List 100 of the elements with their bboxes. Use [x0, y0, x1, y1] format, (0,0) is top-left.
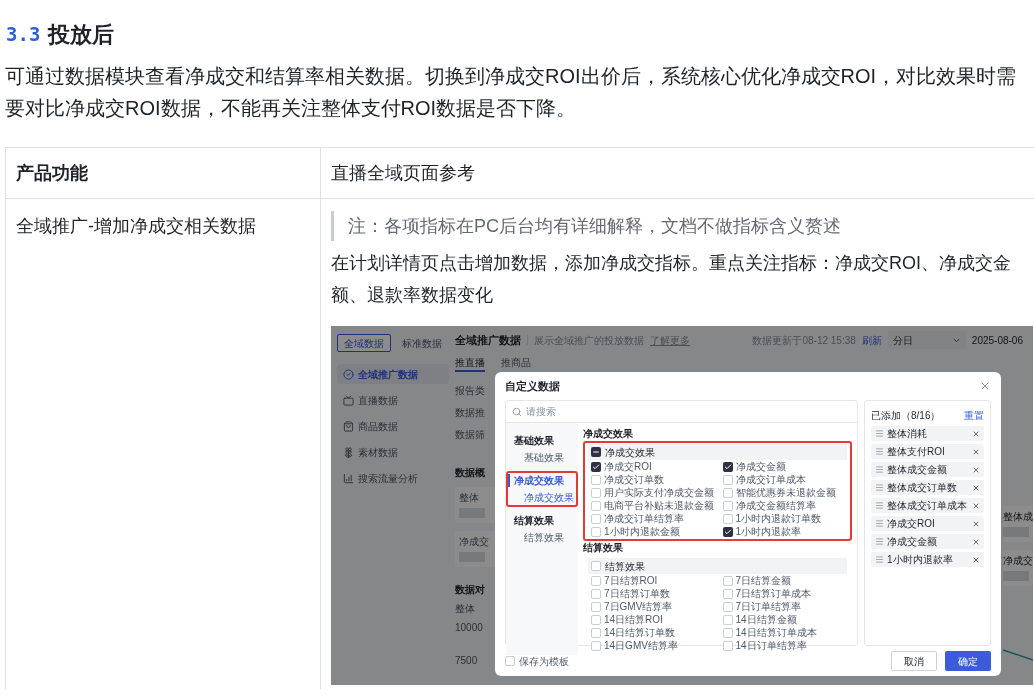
- checkbox[interactable]: [591, 513, 601, 524]
- checkbox[interactable]: [505, 656, 515, 666]
- checkbox[interactable]: [591, 588, 601, 599]
- tab[interactable]: 推直播: [455, 354, 485, 372]
- checkbox[interactable]: [722, 487, 733, 498]
- checkbox[interactable]: [591, 447, 601, 457]
- nav-item[interactable]: 搜索流量分析: [337, 468, 449, 488]
- checkbox[interactable]: [591, 474, 601, 485]
- checkbox[interactable]: [591, 627, 601, 638]
- tv-icon: [343, 394, 354, 406]
- data-tab[interactable]: 全域数据: [337, 334, 391, 352]
- checkbox[interactable]: [591, 601, 601, 612]
- close-icon[interactable]: [979, 380, 991, 392]
- remove-icon[interactable]: [972, 483, 980, 492]
- granularity-select[interactable]: 分日: [887, 331, 966, 349]
- metric-option[interactable]: 7日结算金额: [735, 574, 792, 587]
- checkbox[interactable]: [591, 526, 601, 537]
- metric-option[interactable]: 14日结算ROI: [604, 613, 663, 626]
- reset-link[interactable]: 重置: [964, 408, 984, 422]
- added-item[interactable]: 1小时内退款率: [871, 552, 984, 567]
- remove-icon[interactable]: [972, 537, 980, 546]
- added-item[interactable]: 净成交ROI: [871, 516, 984, 531]
- added-item[interactable]: 整体成交金额: [871, 462, 984, 477]
- category-item[interactable]: 结算效果: [508, 514, 576, 527]
- check-icon: [723, 527, 732, 536]
- category-item[interactable]: 净成交效果: [508, 474, 576, 487]
- drag-handle-icon[interactable]: [875, 465, 884, 474]
- added-item[interactable]: 整体成交订单数: [871, 480, 984, 495]
- metric-option[interactable]: 7日GMV结算率: [604, 600, 673, 613]
- checkbox[interactable]: [722, 526, 733, 537]
- metric-option[interactable]: 14日订单结算率: [735, 639, 807, 652]
- checkbox[interactable]: [591, 500, 601, 511]
- added-item[interactable]: 净成交金额: [871, 534, 984, 549]
- metric-option[interactable]: 7日结算订单成本: [735, 587, 812, 600]
- metric-option[interactable]: 7日结算ROI: [604, 574, 658, 587]
- metric-option[interactable]: 智能优惠券未退款金额: [735, 486, 836, 499]
- subcategory-item[interactable]: 结算效果: [508, 531, 576, 544]
- category-item[interactable]: 基础效果: [508, 434, 576, 447]
- checkbox[interactable]: [722, 474, 733, 485]
- checkbox[interactable]: [722, 640, 733, 651]
- remove-icon[interactable]: [972, 519, 980, 528]
- tab[interactable]: 推商品: [501, 354, 531, 372]
- checkbox[interactable]: [722, 513, 733, 524]
- metric-option[interactable]: 净成交订单成本: [735, 473, 806, 486]
- metric-option[interactable]: 1小时内退款率: [735, 525, 802, 538]
- confirm-button[interactable]: 确定: [945, 651, 991, 671]
- remove-icon[interactable]: [972, 465, 980, 474]
- added-item[interactable]: 整体消耗: [871, 426, 984, 441]
- chart-label: 7500: [455, 654, 479, 667]
- metric-option[interactable]: 净成交订单数: [604, 473, 664, 486]
- metric-option[interactable]: 电商平台补贴未退款金额: [604, 499, 714, 512]
- metric-option[interactable]: 1小时内退款金额: [604, 525, 680, 538]
- checkbox[interactable]: [722, 627, 733, 638]
- metric-option[interactable]: 1小时内退款订单数: [735, 512, 822, 525]
- checkbox[interactable]: [591, 561, 601, 571]
- metric-option[interactable]: 用户实际支付净成交金额: [604, 486, 714, 499]
- drag-handle-icon[interactable]: [875, 519, 884, 528]
- nav-item[interactable]: 素材数据: [337, 442, 449, 462]
- checkbox[interactable]: [722, 500, 733, 511]
- drag-handle-icon[interactable]: [875, 501, 884, 510]
- nav-item[interactable]: 直播数据: [337, 390, 449, 410]
- nav-item[interactable]: 商品数据: [337, 416, 449, 436]
- added-item[interactable]: 整体成交订单成本: [871, 498, 984, 513]
- checkbox[interactable]: [591, 575, 601, 586]
- checkbox[interactable]: [722, 601, 733, 612]
- metric-option[interactable]: 净成交订单结算率: [604, 512, 684, 525]
- checkbox[interactable]: [722, 588, 733, 599]
- drag-handle-icon[interactable]: [875, 555, 884, 564]
- metric-label: 整体成: [1003, 510, 1033, 523]
- added-item[interactable]: 整体支付ROI: [871, 444, 984, 459]
- cancel-button[interactable]: 取消: [891, 651, 937, 671]
- metric-option[interactable]: 7日订单结算率: [735, 600, 802, 613]
- checkbox[interactable]: [591, 487, 601, 498]
- metric-option[interactable]: 14日GMV结算率: [604, 639, 678, 652]
- subcategory-item[interactable]: 净成交效果: [508, 491, 576, 504]
- data-tab[interactable]: 标准数据: [395, 334, 449, 352]
- date-field[interactable]: 2025-08-06: [971, 333, 1023, 347]
- metric-option[interactable]: 14日结算金额: [735, 613, 797, 626]
- drag-handle-icon[interactable]: [875, 447, 884, 456]
- metric-option[interactable]: 14日结算订单成本: [735, 626, 817, 639]
- drag-handle-icon[interactable]: [875, 537, 884, 546]
- remove-icon[interactable]: [972, 501, 980, 510]
- metric-option[interactable]: 7日结算订单数: [604, 587, 670, 600]
- drag-handle-icon[interactable]: [875, 429, 884, 438]
- remove-icon[interactable]: [972, 429, 980, 438]
- minus-icon: [592, 448, 600, 456]
- checkbox[interactable]: [722, 614, 733, 625]
- subcategory-item[interactable]: 基础效果: [508, 451, 576, 464]
- remove-icon[interactable]: [972, 447, 980, 456]
- metric-option[interactable]: 净成交金额结算率: [735, 499, 816, 512]
- remove-icon[interactable]: [972, 555, 980, 564]
- checkbox[interactable]: [722, 575, 733, 586]
- checkbox[interactable]: [591, 461, 601, 472]
- metric-option[interactable]: 净成交金额: [735, 460, 786, 473]
- checkbox[interactable]: [591, 614, 601, 625]
- metric-option[interactable]: 14日结算订单数: [604, 626, 676, 639]
- checkbox[interactable]: [722, 461, 733, 472]
- metric-option[interactable]: 净成交ROI: [604, 460, 652, 473]
- checkbox[interactable]: [591, 640, 601, 651]
- drag-handle-icon[interactable]: [875, 483, 884, 492]
